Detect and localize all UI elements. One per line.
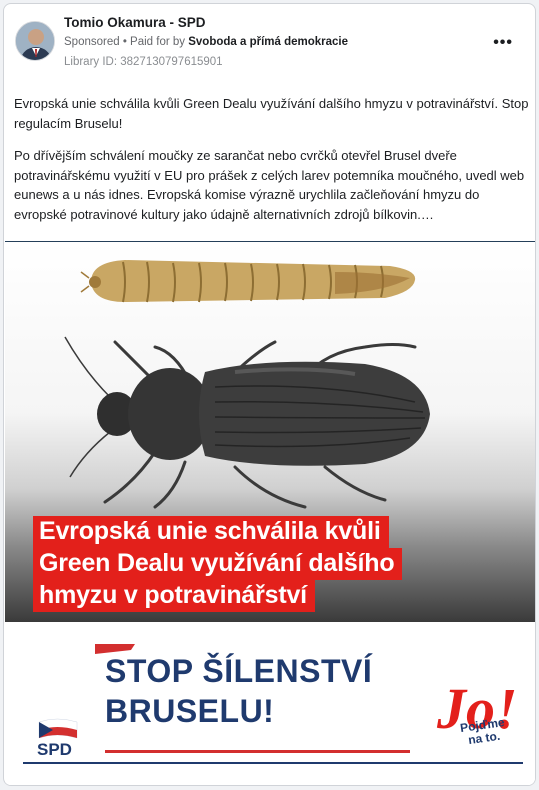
post-text: Evropská unie schválila kvůli Green Deal… [14,94,529,237]
avatar-image [16,22,54,60]
jo-logo-icon: Jo! [436,676,518,741]
library-id: Library ID: 3827130797615901 [64,56,223,68]
headline-line-3: hmyzu v potravinářství [33,580,315,612]
headline-banner: Evropská unie schválila kvůli Green Deal… [33,516,403,612]
mealworm-beetle-icon [64,336,430,509]
paid-for-prefix: • Paid for by [122,36,186,48]
more-options-button[interactable]: ••• [493,34,513,52]
payer-link[interactable]: Svoboda a přímá demokracie [188,36,348,48]
post-text-paragraph-2: Po dřívějším schválení moučky ze saranča… [14,148,525,222]
spd-label: SPD [37,740,72,759]
more-dots-icon: ••• [493,34,513,51]
stop-slogan: STOP ŠÍLENSTVÍ BRUSELU! [105,651,372,731]
sponsored-label: Sponsored [64,36,120,48]
mealworm-larva-icon [80,260,416,303]
bottom-divider-line [23,762,523,764]
ad-card: Tomio Okamura - SPD Sponsored • Paid for… [3,3,536,786]
slogan-underline [105,750,410,753]
slogan-line-1: STOP ŠÍLENSTVÍ [105,653,373,689]
post-text-paragraph-1: Evropská unie schválila kvůli Green Deal… [14,96,529,131]
avatar[interactable] [15,21,55,61]
page-name[interactable]: Tomio Okamura - SPD [64,15,206,30]
headline-line-1: Evropská unie schválila kvůli [33,516,389,548]
post-header: Tomio Okamura - SPD Sponsored • Paid for… [4,4,535,76]
ad-creative-image[interactable]: Evropská unie schválila kvůli Green Deal… [5,241,535,785]
headline-line-2: Green Dealu využívání dalšího [33,548,403,580]
slogan-line-2: BRUSELU! [105,693,275,729]
sponsored-line: Sponsored • Paid for by Svoboda a přímá … [64,36,348,48]
